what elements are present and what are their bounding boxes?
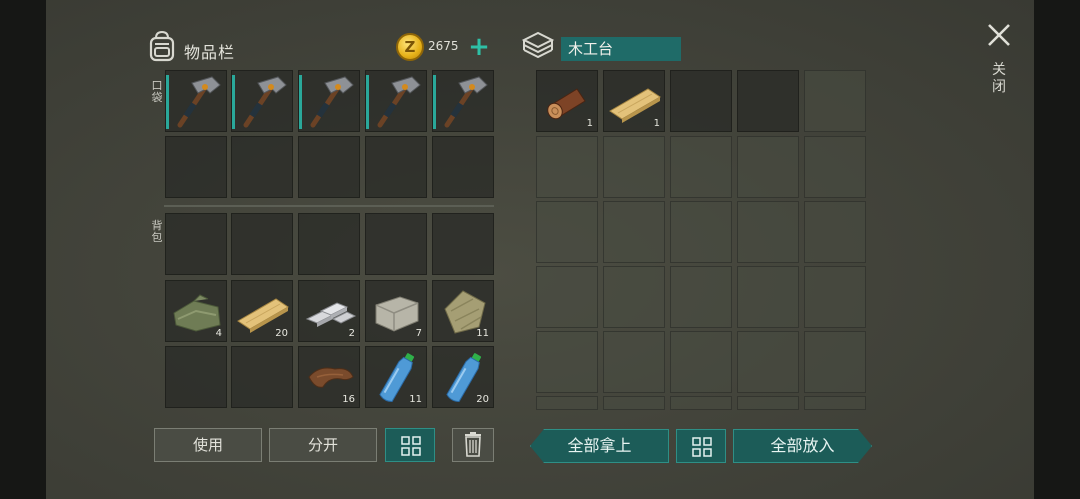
pickaxe-icon	[243, 76, 287, 128]
station-slot[interactable]	[670, 201, 732, 263]
trash-button[interactable]	[452, 428, 494, 462]
pocket-label: 口袋	[151, 79, 163, 104]
station-slot[interactable]: 1	[536, 70, 598, 132]
station-slot[interactable]	[737, 331, 799, 393]
station-slot[interactable]	[670, 266, 732, 328]
station-slot[interactable]	[603, 201, 665, 263]
item-quantity: 11	[409, 394, 422, 405]
pocket-slot[interactable]	[365, 136, 427, 198]
backpack-slot[interactable]	[365, 213, 427, 275]
take-all-button[interactable]: 全部拿上	[530, 429, 669, 463]
workbench-icon	[521, 31, 555, 59]
station-slot[interactable]	[670, 136, 732, 198]
pickaxe-icon	[444, 76, 488, 128]
item-quantity: 20	[476, 394, 489, 405]
grid-icon	[692, 437, 712, 457]
station-slot[interactable]	[603, 136, 665, 198]
backpack-slot[interactable]	[231, 213, 293, 275]
station-title: 木工台	[561, 37, 681, 61]
inventory-title: 物品栏	[184, 43, 236, 62]
backpack-slot[interactable]	[165, 346, 227, 408]
section-divider	[164, 205, 494, 207]
pocket-slot[interactable]	[298, 70, 360, 132]
station-slot[interactable]	[670, 331, 732, 393]
backpack-slot[interactable]: 20	[231, 280, 293, 342]
add-coins-button[interactable]: +	[466, 34, 492, 61]
grid-icon	[401, 436, 421, 456]
station-slot[interactable]	[804, 266, 866, 328]
station-slot[interactable]	[804, 201, 866, 263]
backpack-slot[interactable]	[432, 213, 494, 275]
item-quantity: 16	[342, 394, 355, 405]
pocket-slot[interactable]	[432, 70, 494, 132]
sort-grid-button[interactable]	[385, 428, 435, 462]
station-slot[interactable]	[737, 266, 799, 328]
station-slot[interactable]	[737, 396, 799, 410]
backpack-slot[interactable]	[298, 213, 360, 275]
station-slot[interactable]	[804, 396, 866, 410]
station-slot[interactable]	[670, 70, 732, 132]
backpack-slot[interactable]: 20	[432, 346, 494, 408]
station-slot[interactable]	[536, 396, 598, 410]
station-sort-grid-button[interactable]	[676, 429, 726, 463]
backpack-slot[interactable]: 7	[365, 280, 427, 342]
station-slot[interactable]	[804, 70, 866, 132]
station-slot[interactable]	[804, 136, 866, 198]
backpack-icon	[149, 30, 175, 62]
coin-icon: Z	[396, 33, 424, 61]
coin-count: 2675	[428, 39, 459, 53]
pocket-slot[interactable]	[432, 136, 494, 198]
pocket-slot[interactable]	[365, 70, 427, 132]
backpack-slot[interactable]	[165, 213, 227, 275]
station-slot[interactable]	[536, 201, 598, 263]
item-quantity: 11	[476, 328, 489, 339]
trash-icon	[465, 432, 481, 457]
pocket-slot[interactable]	[231, 136, 293, 198]
backpack-slot[interactable]: 11	[432, 280, 494, 342]
item-quantity: 20	[275, 328, 288, 339]
pickaxe-icon	[310, 76, 354, 128]
item-quantity: 1	[653, 118, 660, 129]
station-slot[interactable]	[737, 136, 799, 198]
pocket-slot[interactable]	[298, 136, 360, 198]
pocket-slot[interactable]	[231, 70, 293, 132]
backpack-slot[interactable]: 11	[365, 346, 427, 408]
item-quantity: 1	[586, 118, 593, 129]
backpack-label: 背包	[151, 219, 163, 244]
station-slot[interactable]	[536, 266, 598, 328]
station-slot[interactable]	[603, 331, 665, 393]
put-all-button[interactable]: 全部放入	[733, 429, 872, 463]
close-icon[interactable]	[986, 22, 1012, 48]
station-slot[interactable]	[737, 201, 799, 263]
backpack-slot[interactable]	[231, 346, 293, 408]
pocket-slot[interactable]	[165, 70, 227, 132]
split-button[interactable]: 分开	[269, 428, 377, 462]
close-label[interactable]: 关闭	[990, 62, 1008, 96]
item-quantity: 7	[415, 328, 422, 339]
pickaxe-icon	[377, 76, 421, 128]
use-button[interactable]: 使用	[154, 428, 262, 462]
station-slot[interactable]	[603, 266, 665, 328]
left-letterbox	[0, 0, 46, 499]
item-quantity: 2	[348, 328, 355, 339]
station-slot[interactable]	[804, 331, 866, 393]
station-slot[interactable]	[670, 396, 732, 410]
station-slot[interactable]	[737, 70, 799, 132]
backpack-slot[interactable]: 16	[298, 346, 360, 408]
right-letterbox	[1034, 0, 1080, 499]
pickaxe-icon	[177, 76, 221, 128]
item-quantity: 4	[215, 328, 222, 339]
backpack-slot[interactable]: 2	[298, 280, 360, 342]
backpack-slot[interactable]: 4	[165, 280, 227, 342]
station-slot[interactable]	[603, 396, 665, 410]
pocket-slot[interactable]	[165, 136, 227, 198]
station-slot[interactable]	[536, 331, 598, 393]
station-slot[interactable]	[536, 136, 598, 198]
station-slot[interactable]: 1	[603, 70, 665, 132]
